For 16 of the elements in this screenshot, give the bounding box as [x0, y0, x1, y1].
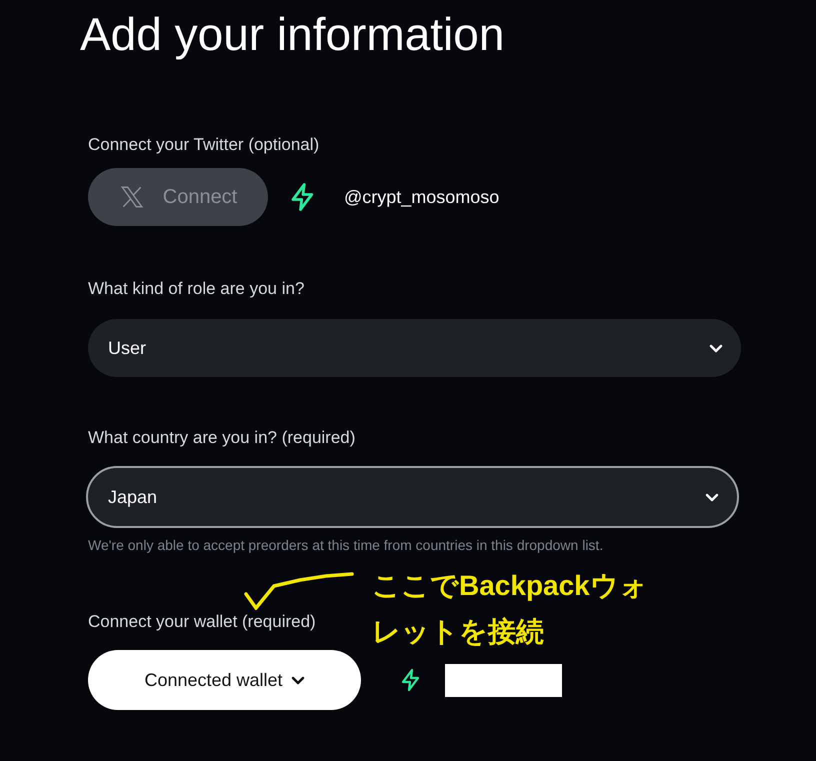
field-label: Connect your wallet (required) [88, 611, 316, 633]
chevron-down-icon [709, 344, 723, 352]
dropdown-select[interactable]: User [88, 319, 741, 377]
field-label: Connect your Twitter (optional) [88, 134, 320, 156]
chevron-down-icon [290, 676, 305, 684]
wallet-button[interactable]: Connected wallet [88, 650, 361, 710]
field-label: What country are you in? (required) [88, 427, 356, 449]
dropdown-select[interactable]: Japan [86, 466, 739, 528]
x-logo-icon [118, 184, 145, 210]
annotation-text: ここでBackpackウォ [372, 569, 648, 603]
field-label: What kind of role are you in? [88, 278, 306, 300]
page-title: Add your information [80, 8, 504, 60]
annotation-text: レットを接続 [372, 615, 545, 649]
twitter-handle: @crypt_mosomoso [344, 186, 500, 209]
chevron-down-icon [705, 492, 719, 502]
hint-text: We're only able to accept preorders at this time from countries in this dropdown list. [88, 536, 604, 554]
